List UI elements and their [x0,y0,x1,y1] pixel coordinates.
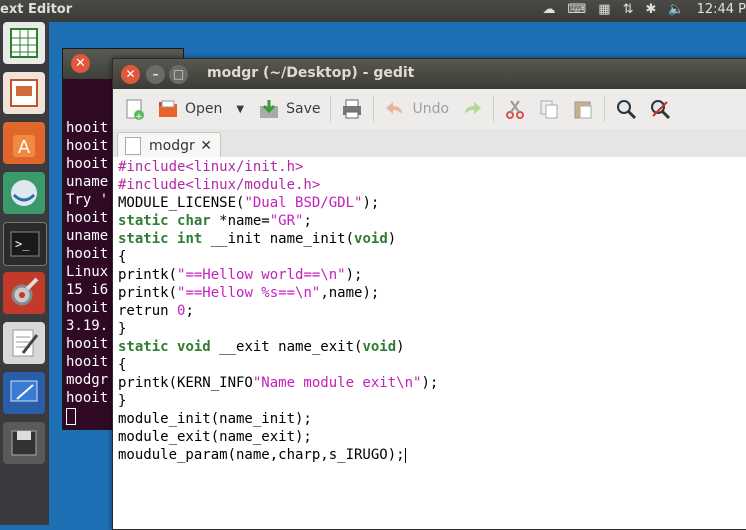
save-icon [258,98,280,120]
minimize-button[interactable]: – [146,65,165,84]
software-center-icon[interactable]: A [3,122,45,164]
toolbar-separator [493,96,494,122]
launcher: A >_ [0,22,49,525]
cloud-icon[interactable]: ☁ [543,2,556,17]
bluetooth-icon[interactable]: ✱ [645,2,656,17]
clock[interactable]: 12:44 P [697,2,746,17]
code-line: static void __exit name_exit(void) [118,339,405,355]
undo-label: Undo [412,101,449,117]
save-label: Save [286,101,320,117]
new-document-icon: + [123,98,145,120]
screenshot-icon[interactable] [3,372,45,414]
spreadsheet-icon[interactable] [3,22,45,64]
active-app-title: ext Editor [0,2,72,17]
tab-modgr[interactable]: modgr ✕ [117,132,221,158]
search-icon [615,98,637,120]
system-tray: ☁ ⌨ ▦ ⇅ ✱ 🔈 12:44 P [543,2,746,17]
code-line: printk(KERN_INFO"Name module exit\n"); [118,375,438,391]
search-replace-button[interactable] [643,93,677,125]
code-line: printk("==Hellow %s==\n",name); [118,285,379,301]
settings-icon[interactable] [3,272,45,314]
copy-icon [538,98,560,120]
new-document-button[interactable]: + [113,93,151,125]
volume-icon[interactable]: 🔈 [668,2,684,17]
printer-icon [341,98,363,120]
code-text[interactable]: #include<linux/init.h> #include<linux/mo… [118,158,438,464]
terminal-icon[interactable]: >_ [3,222,47,266]
text-caret [405,448,406,463]
maximize-button[interactable]: □ [169,65,188,84]
code-line: MODULE_LICENSE("Dual BSD/GDL"); [118,195,379,211]
text-editor-icon[interactable] [3,322,45,364]
gedit-titlebar[interactable]: ✕ – □ modgr (~/Desktop) - gedit [113,59,746,89]
code-line: } [118,393,126,409]
toolbar-separator [330,96,331,122]
scissors-icon [504,98,526,120]
save-button[interactable]: Save [252,93,326,125]
save-disk-icon[interactable] [3,422,45,464]
code-line: module_init(name_init); [118,411,312,427]
find-replace-icon [649,98,671,120]
folder-open-icon [157,98,179,120]
print-button[interactable] [335,93,369,125]
redo-icon [461,98,483,120]
code-editor[interactable]: #include<linux/init.h> #include<linux/mo… [113,157,746,529]
close-button[interactable]: ✕ [121,65,140,84]
toolbar: + Open ▼ Save Und [113,89,746,130]
document-icon [125,137,141,155]
redo-button[interactable] [455,93,489,125]
code-line: printk("==Hellow world==\n"); [118,267,362,283]
document-tabs: modgr ✕ [113,129,746,158]
svg-text:+: + [135,112,143,120]
svg-text:>_: >_ [15,237,30,251]
grid-icon[interactable]: ▦ [598,2,610,17]
code-line: #include<linux/module.h> [118,177,320,193]
code-line: static char *name="GR"; [118,213,312,229]
code-line: #include<linux/init.h> [118,159,303,175]
code-line: } [118,321,126,337]
presentation-icon[interactable] [3,72,45,114]
open-label: Open [185,101,222,117]
terminal-cursor [66,408,76,425]
code-line: static int __init name_init(void) [118,231,396,247]
copy-button[interactable] [532,93,566,125]
chevron-down-icon: ▼ [236,104,244,115]
toolbar-separator [604,96,605,122]
toolbar-separator [373,96,374,122]
open-recent-dropdown[interactable]: ▼ [228,93,252,125]
terminal-output: hooit hooit hooit uname Try ' hooit unam… [66,119,108,425]
code-line: retrun 0; [118,303,194,319]
code-line: module_exit(name_exit); [118,429,312,445]
terminal-close-button[interactable]: ✕ [71,54,90,73]
undo-button[interactable]: Undo [378,93,455,125]
tab-label: modgr [149,138,195,154]
code-line: { [118,357,126,373]
tab-close-icon[interactable]: ✕ [200,138,212,154]
open-button[interactable]: Open [151,93,228,125]
amazon-icon[interactable] [3,172,45,214]
paste-button[interactable] [566,93,600,125]
keyboard-icon[interactable]: ⌨ [568,2,587,17]
top-panel: ext Editor ☁ ⌨ ▦ ⇅ ✱ 🔈 12:44 P [0,0,746,22]
network-icon[interactable]: ⇅ [623,2,634,17]
window-title: modgr (~/Desktop) - gedit [207,65,414,81]
svg-text:A: A [18,137,31,158]
code-line: moudule_param(name,charp,s_IRUGO); [118,447,405,463]
undo-icon [384,98,406,120]
clipboard-icon [572,98,594,120]
code-line: { [118,249,126,265]
gedit-window[interactable]: ✕ – □ modgr (~/Desktop) - gedit + Open ▼… [112,58,746,530]
search-button[interactable] [609,93,643,125]
cut-button[interactable] [498,93,532,125]
